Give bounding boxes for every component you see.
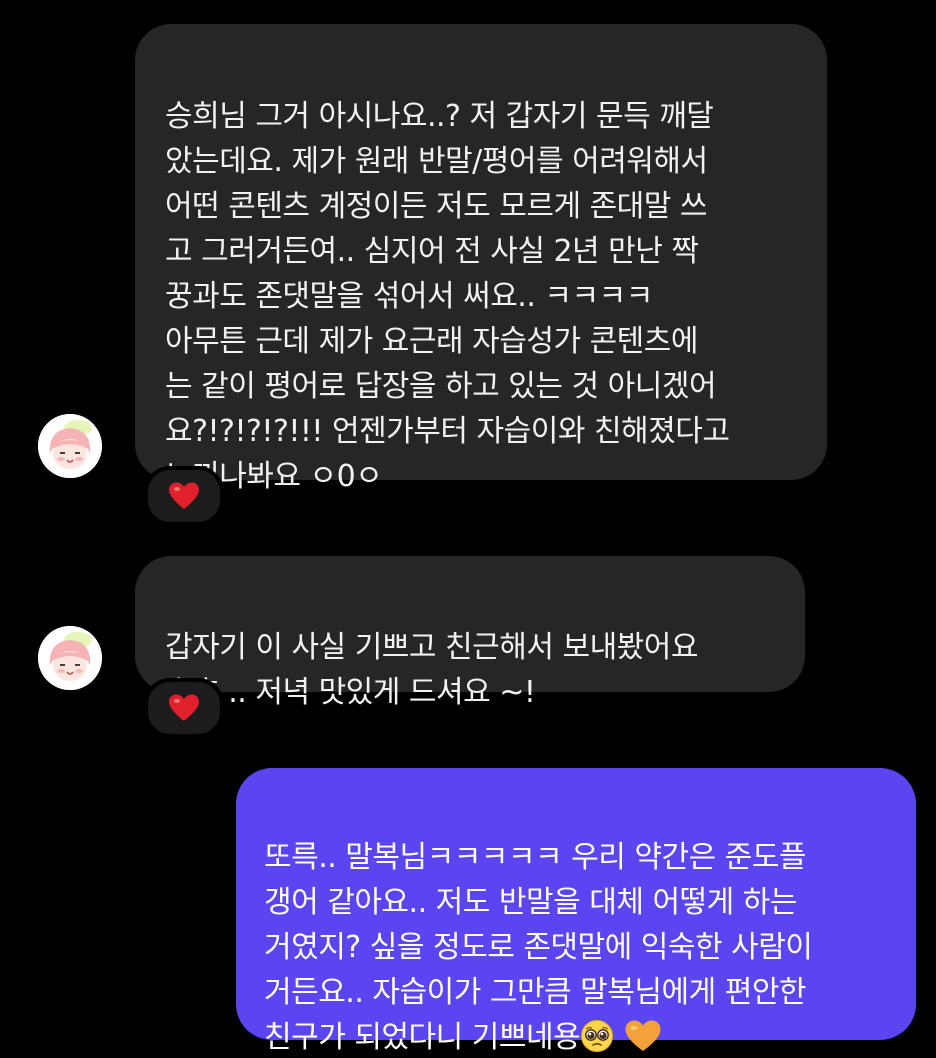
cartoon-avatar-icon [38,626,102,690]
message-text: 또륵.. 말복님ㅋㅋㅋㅋㅋ 우리 약간은 준도플 갱어 같아요.. 저도 반말을… [264,840,813,1055]
incoming-message-bubble[interactable]: 승희님 그거 아시나요..? 저 갑자기 문득 깨달 았는데요. 제가 원래 반… [135,24,827,494]
heart-reaction[interactable] [144,466,224,526]
orange-heart-icon [624,1019,662,1058]
heart-reaction[interactable] [144,678,224,738]
outgoing-message-bubble[interactable]: 또륵.. 말복님ㅋㅋㅋㅋㅋ 우리 약간은 준도플 갱어 같아요.. 저도 반말을… [236,768,916,1055]
heart-icon [169,482,199,509]
pleading-face-icon [580,1019,614,1058]
incoming-message-bubble[interactable]: 갑자기 이 사실 기쁘고 친근해서 보내봤어요 호호 .. 저녁 맛있게 드셔요… [135,556,805,710]
sender-avatar[interactable] [38,414,102,478]
heart-icon [169,694,199,721]
message-text: 갑자기 이 사실 기쁘고 친근해서 보내봤어요 호호 .. 저녁 맛있게 드셔요… [165,630,698,710]
cartoon-avatar-icon [38,414,102,478]
message-text: 승희님 그거 아시나요..? 저 갑자기 문득 깨달 았는데요. 제가 원래 반… [165,99,730,494]
sender-avatar[interactable] [38,626,102,690]
chat-thread: 승희님 그거 아시나요..? 저 갑자기 문득 깨달 았는데요. 제가 원래 반… [0,0,936,1058]
